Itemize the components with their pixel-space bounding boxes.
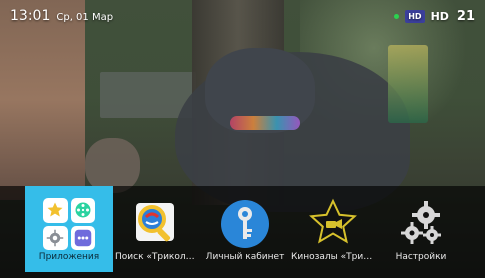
menu-item-label: Поиск «Триколор ...: [115, 252, 201, 262]
background-bird-feeder: [388, 45, 428, 123]
clock-time: 13:01: [10, 8, 51, 24]
key-icon: [215, 196, 275, 252]
gears-icon: [391, 196, 451, 252]
background-small-dog: [85, 138, 140, 193]
menu-item-label: Приложения: [38, 252, 100, 262]
gear-icon: [43, 225, 68, 250]
background-dog-collar: [230, 116, 300, 130]
status-bar: 13:01 Ср, 01 Мар HD HD 21: [0, 0, 485, 32]
film-reel-icon: [70, 198, 95, 223]
menu-item-label: Настройки: [395, 252, 447, 262]
search-magnifier-icon: [127, 196, 187, 252]
bottom-menu: Приложения Поиск «Триколор ... Личный ка…: [0, 186, 485, 278]
star-camera-icon: [303, 196, 363, 252]
menu-item-cinema-halls[interactable]: Кинозалы «Трико...: [289, 186, 377, 272]
tv-screen: 13:01 Ср, 01 Мар HD HD 21 Приложения Пои…: [0, 0, 485, 278]
channel-info: HD HD 21: [394, 9, 475, 24]
menu-item-settings[interactable]: Настройки: [377, 186, 465, 272]
star-icon: [43, 198, 68, 223]
menu-item-personal-account[interactable]: Личный кабинет: [201, 186, 289, 272]
apps-grid-icon: [39, 196, 99, 252]
datetime: 13:01 Ср, 01 Мар: [10, 8, 113, 24]
menu-item-search-tricolor[interactable]: Поиск «Триколор ...: [113, 186, 201, 272]
hd-badge: HD: [405, 9, 425, 23]
channel-number: 21: [456, 8, 475, 24]
hd-label: HD: [430, 9, 449, 23]
clock-date: Ср, 01 Мар: [56, 12, 114, 23]
menu-item-label: Кинозалы «Трико...: [291, 252, 377, 262]
menu-item-apps[interactable]: Приложения: [25, 186, 113, 272]
more-dots-icon: [70, 225, 95, 250]
menu-item-label: Личный кабинет: [205, 252, 285, 262]
signal-indicator-icon: [394, 13, 400, 19]
